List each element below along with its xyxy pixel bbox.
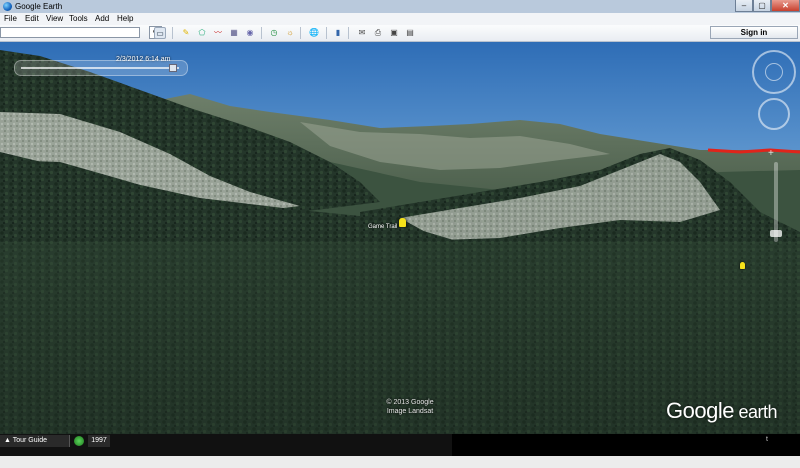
- close-button[interactable]: ✕: [771, 0, 800, 12]
- zoom-in-icon[interactable]: +: [768, 148, 774, 159]
- toolbar-separator: [261, 27, 262, 39]
- logo-google: Google: [666, 398, 734, 423]
- status-trailing-text: t: [766, 436, 768, 443]
- menu-edit[interactable]: Edit: [25, 13, 39, 25]
- menu-bar: File Edit View Tools Add Help: [0, 13, 800, 25]
- boundary-line: [707, 148, 800, 154]
- historical-imagery-icon[interactable]: ◷: [268, 27, 280, 39]
- time-slider-track[interactable]: [21, 67, 179, 69]
- toolbar-separator: [300, 27, 301, 39]
- search-input[interactable]: [0, 27, 140, 38]
- imagery-copyright: © 2013 Google Image Landsat: [370, 398, 450, 416]
- earth-3d-viewport[interactable]: 2/3/2012 6:14 am + Game Trail © 2013 Goo…: [0, 42, 800, 434]
- title-bar[interactable]: Google Earth: [0, 0, 800, 14]
- placemark-pin-icon[interactable]: [399, 218, 406, 227]
- email-icon[interactable]: ✉: [356, 27, 368, 39]
- zoom-slider-handle[interactable]: [770, 230, 782, 237]
- placemark-pin-icon[interactable]: [740, 262, 745, 269]
- google-earth-window: Google Earth – ▢ ✕ File Edit View Tools …: [0, 0, 800, 468]
- window-title: Google Earth: [15, 2, 63, 11]
- menu-view[interactable]: View: [46, 13, 63, 25]
- placemark-label[interactable]: Game Trail: [368, 224, 397, 230]
- toolbar: ⚲ ▭ ✎ ⬠ 〰 ▦ ◉ ◷ ☼ 🌐 ▮ ✉ ⎙ ▣ ▤ Sign in: [0, 25, 800, 42]
- add-placemark-icon[interactable]: ✎: [180, 27, 192, 39]
- save-image-icon[interactable]: ▣: [388, 27, 400, 39]
- image-overlay-icon[interactable]: ▦: [228, 27, 240, 39]
- record-tour-icon[interactable]: ◉: [244, 27, 256, 39]
- logo-earth: earth: [733, 402, 777, 422]
- add-polygon-icon[interactable]: ⬠: [196, 27, 208, 39]
- copyright-line: © 2013 Google: [386, 399, 434, 406]
- sunlight-icon[interactable]: ☼: [284, 27, 296, 39]
- move-joystick[interactable]: [758, 98, 790, 130]
- minimize-button[interactable]: –: [735, 0, 753, 12]
- view-in-maps-icon[interactable]: ▤: [404, 27, 416, 39]
- historical-imagery-status-icon[interactable]: [74, 436, 84, 446]
- copyright-line: Image Landsat: [386, 408, 434, 415]
- google-earth-logo: Google earth: [666, 398, 777, 424]
- print-icon[interactable]: ⎙: [372, 27, 384, 39]
- planet-switch-icon[interactable]: 🌐: [308, 27, 320, 39]
- tour-guide-button[interactable]: ▲ Tour Guide: [0, 435, 70, 447]
- sidebar-toggle-icon[interactable]: ▭: [154, 27, 166, 39]
- menu-file[interactable]: File: [4, 13, 17, 25]
- maximize-button[interactable]: ▢: [753, 0, 771, 12]
- redacted-status-area: [452, 434, 800, 456]
- compass-icon[interactable]: [765, 63, 783, 81]
- time-slider-handle[interactable]: [169, 64, 177, 72]
- toolbar-separator: [326, 27, 327, 39]
- menu-tools[interactable]: Tools: [69, 13, 88, 25]
- toolbar-separator: [172, 27, 173, 39]
- sign-in-button[interactable]: Sign in: [710, 26, 798, 39]
- bottom-strip: [0, 456, 800, 468]
- menu-help[interactable]: Help: [117, 13, 133, 25]
- ruler-icon[interactable]: ▮: [332, 27, 344, 39]
- time-slider[interactable]: [14, 60, 188, 76]
- menu-add[interactable]: Add: [95, 13, 109, 25]
- imagery-year: 1997: [88, 435, 110, 447]
- add-path-icon[interactable]: 〰: [212, 27, 224, 39]
- google-earth-app-icon: [3, 2, 12, 11]
- terrain-view: [0, 42, 800, 434]
- tour-guide-label: Tour Guide: [12, 437, 47, 444]
- toolbar-separator: [348, 27, 349, 39]
